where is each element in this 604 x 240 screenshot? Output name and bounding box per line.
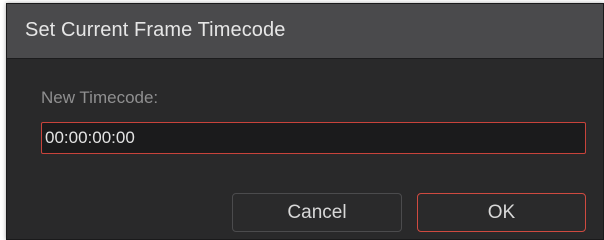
timecode-input[interactable] [41,122,586,154]
dialog-title: Set Current Frame Timecode [25,19,286,41]
set-timecode-dialog: Set Current Frame Timecode New Timecode:… [6,3,604,240]
ok-button[interactable]: OK [417,193,586,232]
dialog-titlebar: Set Current Frame Timecode [7,4,603,59]
new-timecode-label: New Timecode: [41,88,159,107]
cancel-button[interactable]: Cancel [232,193,402,232]
